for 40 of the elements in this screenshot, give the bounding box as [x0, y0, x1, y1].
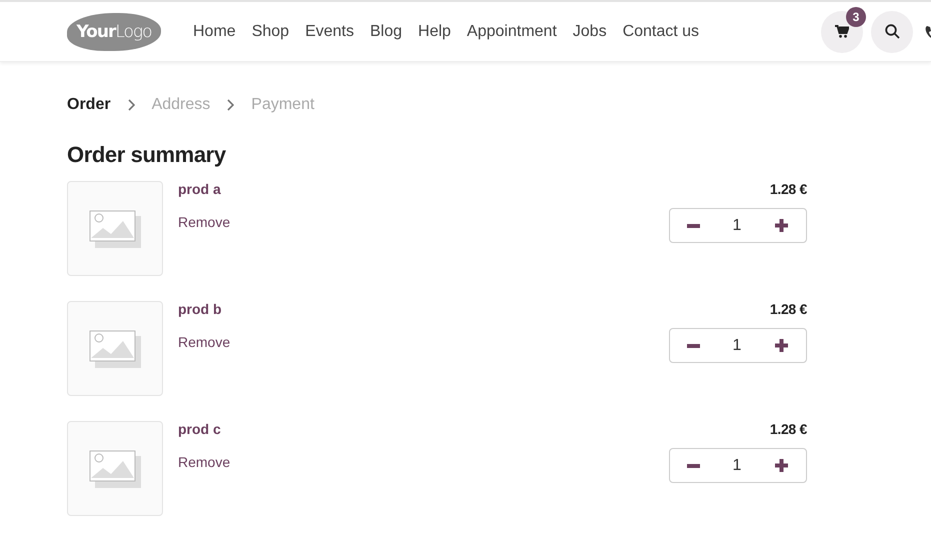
image-placeholder-icon — [89, 450, 141, 488]
cart-count-badge: 3 — [846, 6, 866, 26]
plus-icon — [774, 459, 788, 472]
nav-link[interactable]: Shop — [252, 22, 290, 40]
nav-link[interactable]: Help — [418, 22, 451, 40]
search-icon — [884, 24, 900, 39]
remove-link[interactable]: Remove — [178, 214, 230, 230]
quantity-field[interactable]: 1 — [716, 456, 758, 474]
chevron-right-icon — [227, 99, 234, 111]
chevron-right-icon — [128, 99, 135, 111]
quantity-field[interactable]: 1 — [716, 336, 758, 354]
search-button[interactable] — [871, 10, 913, 52]
price: 1.28 € — [770, 301, 807, 317]
product-name-link[interactable]: prod b — [178, 301, 230, 317]
remove-link[interactable]: Remove — [178, 334, 230, 350]
quantity-stepper[interactable]: 1 — [669, 448, 807, 483]
image-placeholder-icon — [89, 330, 141, 368]
quantity-stepper[interactable]: 1 — [669, 328, 807, 363]
quantity-stepper[interactable]: 1 — [669, 208, 807, 243]
nav-link[interactable]: Jobs — [572, 22, 607, 40]
price: 1.28 € — [770, 181, 807, 197]
minus-icon — [686, 464, 700, 468]
nav-link[interactable]: Events — [305, 22, 354, 40]
breadcrumb-step[interactable]: Order — [67, 96, 111, 114]
remove-link[interactable]: Remove — [178, 454, 230, 470]
image-placeholder-icon — [89, 210, 141, 248]
product-name-link[interactable]: prod c — [178, 421, 230, 437]
nav-link[interactable]: Home — [193, 22, 236, 40]
cart-icon — [835, 25, 849, 38]
nav-link[interactable]: Contact us — [622, 22, 700, 40]
minus-icon — [686, 224, 700, 228]
plus-icon — [774, 339, 788, 352]
plus-icon — [774, 219, 788, 232]
price: 1.28 € — [770, 421, 807, 437]
nav-link[interactable]: Blog — [370, 22, 402, 40]
nav-link[interactable]: Appointment — [466, 22, 557, 40]
minus-icon — [686, 344, 700, 348]
page-heading: Order summary — [67, 142, 227, 168]
product-name-link[interactable]: prod a — [178, 181, 230, 197]
quantity-field[interactable]: 1 — [716, 216, 758, 234]
